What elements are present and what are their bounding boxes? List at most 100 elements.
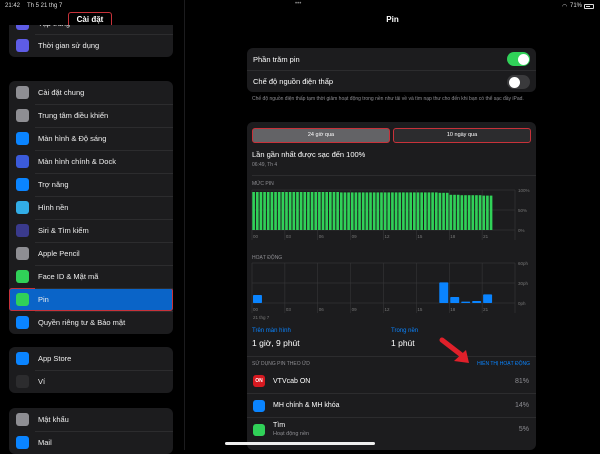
battery-level-bar bbox=[409, 192, 413, 230]
x-tick-label: 03 bbox=[286, 307, 292, 312]
battery-level-bar bbox=[354, 192, 358, 230]
battery-level-bar bbox=[339, 192, 343, 230]
app-percent: 81% bbox=[514, 377, 529, 385]
battery-level-bar bbox=[292, 192, 296, 230]
battery-level-bar bbox=[442, 192, 445, 230]
battery-level-bar bbox=[336, 192, 339, 230]
battery-level-bar bbox=[329, 192, 332, 230]
app-percent: 14% bbox=[514, 402, 529, 409]
app-text: Tìm Hoạt động nền bbox=[273, 422, 309, 437]
y-tick-label: 60ph bbox=[518, 261, 529, 266]
battery-level-bar bbox=[263, 192, 266, 230]
battery-level-bar bbox=[299, 192, 303, 230]
activity-bar bbox=[461, 301, 471, 303]
battery-level-bar bbox=[449, 194, 453, 230]
battery-level-bar bbox=[303, 192, 307, 230]
x-tick-label: 09 bbox=[352, 234, 358, 239]
battery-level-bar bbox=[365, 192, 369, 230]
x-tick-label: 00 bbox=[253, 307, 259, 312]
app-text: MH chính & MH khóa bbox=[273, 402, 340, 409]
battery-level-bar bbox=[288, 192, 292, 230]
x-tick-label: 12 bbox=[385, 234, 391, 239]
x-tick-label: 03 bbox=[286, 234, 292, 239]
app-name: VTVcab ON bbox=[273, 377, 311, 385]
battery-level-bar bbox=[307, 192, 310, 230]
battery-level-bar bbox=[321, 192, 325, 230]
battery-level-bar bbox=[427, 192, 431, 230]
battery-level-bar bbox=[489, 195, 493, 230]
app-usage-row[interactable]: ON VTVcab ON 81% bbox=[247, 369, 536, 393]
battery-level-bar bbox=[369, 192, 372, 230]
activity-bar bbox=[472, 301, 482, 303]
battery-level-bar bbox=[420, 192, 423, 230]
battery-level-bar bbox=[274, 192, 277, 230]
app-text: VTVcab ON bbox=[273, 378, 310, 385]
battery-level-bar bbox=[453, 194, 456, 230]
y-tick-label: 100% bbox=[518, 188, 530, 193]
activity-bar bbox=[450, 297, 460, 303]
x-tick-label: 06 bbox=[319, 307, 325, 312]
battery-level-bar bbox=[464, 195, 467, 230]
activity-bar bbox=[253, 295, 262, 303]
show-activity-link[interactable]: HIỂN THỊ HOẠT ĐỘNG bbox=[477, 361, 530, 367]
battery-level-bar bbox=[467, 195, 471, 230]
battery-level-bar bbox=[471, 195, 475, 230]
battery-level-bar bbox=[259, 192, 263, 230]
battery-level-bar bbox=[402, 192, 405, 230]
battery-level-bar bbox=[391, 192, 394, 230]
battery-level-bar bbox=[350, 192, 354, 230]
battery-level-bar bbox=[486, 195, 489, 230]
battery-level-bar bbox=[318, 192, 321, 230]
chart-date-label: 21 thg 7 bbox=[253, 315, 270, 320]
battery-level-bar bbox=[387, 192, 391, 230]
status-date: Th 5 21 thg 7 bbox=[27, 3, 63, 9]
battery-level-bar bbox=[281, 192, 285, 230]
x-tick-label: 18 bbox=[450, 234, 456, 239]
y-tick-label: 0ph bbox=[518, 301, 526, 306]
home-screen-icon bbox=[253, 399, 265, 412]
battery-level-bar bbox=[325, 192, 329, 230]
x-tick-label: 06 bbox=[319, 234, 325, 239]
battery-level-bar bbox=[405, 192, 409, 230]
battery-level-bar bbox=[296, 192, 299, 230]
multitask-dots-icon[interactable]: ••• bbox=[295, 1, 301, 7]
battery-level-bar bbox=[376, 192, 380, 230]
x-tick-label: 15 bbox=[417, 234, 423, 239]
battery-level-bar bbox=[358, 192, 361, 230]
app-usage-row[interactable]: Tìm Hoạt động nền 5% bbox=[247, 417, 536, 441]
background-value: 1 phút bbox=[391, 338, 415, 348]
x-tick-label: 21 bbox=[483, 234, 489, 239]
battery-level-bar bbox=[394, 192, 398, 230]
vtvcab-icon: ON bbox=[253, 375, 265, 387]
app-name: MH chính & MH khóa bbox=[273, 402, 340, 409]
x-tick-label: 21 bbox=[483, 307, 489, 312]
battery-level-bar bbox=[361, 192, 365, 230]
annotation-arrow-icon bbox=[439, 337, 469, 363]
background-label: Trong nền bbox=[391, 328, 419, 334]
battery-level-bar bbox=[434, 192, 438, 230]
x-tick-label: 15 bbox=[417, 307, 423, 312]
battery-level-bar bbox=[343, 192, 347, 230]
battery-level-bar bbox=[285, 192, 288, 230]
on-screen-value: 1 giờ, 9 phút bbox=[252, 338, 300, 348]
battery-level-bar bbox=[478, 195, 482, 230]
x-tick-label: 18 bbox=[450, 307, 456, 312]
battery-level-bar bbox=[475, 195, 478, 230]
battery-level-bar bbox=[347, 192, 350, 230]
app-usage-row[interactable]: MH chính & MH khóa 14% bbox=[247, 393, 536, 417]
battery-level-bar bbox=[416, 192, 420, 230]
battery-level-bar bbox=[431, 192, 434, 230]
battery-level-bar bbox=[255, 192, 259, 230]
status-battery-percent: 71% bbox=[570, 3, 583, 9]
usage-by-app-header: SỬ DỤNG PIN THEO ỨD bbox=[252, 361, 310, 367]
battery-level-bar bbox=[445, 192, 449, 230]
battery-level-bar bbox=[460, 195, 464, 230]
battery-level-bar bbox=[270, 192, 274, 230]
y-tick-label: 30ph bbox=[518, 281, 529, 286]
on-screen-label: Trên màn hình bbox=[252, 328, 291, 334]
battery-level-bar bbox=[438, 192, 442, 230]
home-indicator[interactable] bbox=[225, 442, 375, 445]
battery-level-bar bbox=[413, 192, 416, 230]
battery-level-bar bbox=[314, 192, 318, 230]
app-percent: 5% bbox=[518, 426, 529, 433]
